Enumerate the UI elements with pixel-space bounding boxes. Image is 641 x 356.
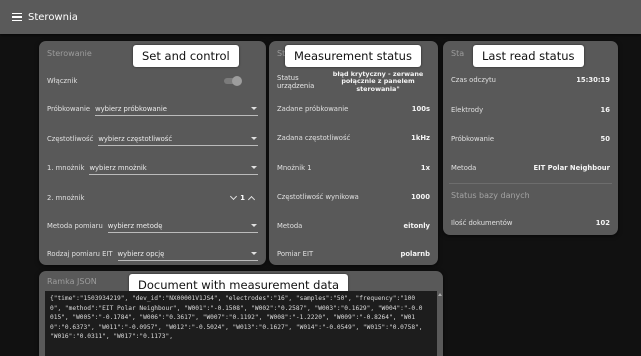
json-document-text[interactable]: {"time":"1503934219", "dev_id":"NX00001V…: [45, 291, 437, 356]
last-read-row: Czas odczytu 15:30:19: [451, 74, 610, 86]
device-status-row: Status urządzenia błąd krytyczny - zerwa…: [277, 69, 432, 95]
scroll-up-arrow-icon[interactable]: [438, 293, 442, 296]
chevron-down-icon: [251, 252, 257, 255]
method-label: Metoda pomiaru: [47, 222, 103, 230]
chevron-down-icon: [251, 137, 257, 140]
frequency-select[interactable]: wybierz częstotliwość: [98, 133, 258, 146]
device-status-label: Status urządzenia: [277, 74, 315, 90]
measure-row: Metoda eitonly: [277, 220, 430, 232]
measure-row-label: Częstotliwość wynikowa: [277, 193, 359, 201]
measure-row: Pomiar EIT polarnb: [277, 248, 430, 260]
last-read-panel-title: Sta: [451, 49, 465, 58]
chevron-down-icon: [251, 224, 257, 227]
multiplier1-label: 1. mnożnik: [47, 164, 85, 172]
measure-row-label: Mnożnik 1: [277, 164, 312, 172]
frequency-select-value: wybierz częstotliwość: [98, 134, 173, 143]
measure-row: Zadane próbkowanie 100s: [277, 103, 430, 115]
measure-row-label: Metoda: [277, 222, 303, 230]
power-switch-label: Włącznik: [47, 77, 78, 85]
last-read-row: Próbkowanie 50: [451, 133, 610, 145]
control-panel: Sterowanie Set and control Włącznik Prób…: [39, 41, 266, 265]
sampling-select[interactable]: wybierz próbkowanie: [95, 103, 258, 116]
method-select-value: wybierz metodę: [107, 221, 163, 230]
multiplier2-label: 2. mnożnik: [47, 194, 85, 202]
last-read-row: Metoda EIT Polar Neighbour: [451, 162, 610, 174]
measure-row-label: Pomiar EIT: [277, 250, 314, 258]
last-read-row-label: Czas odczytu: [451, 76, 496, 84]
control-callout: Set and control: [133, 45, 239, 67]
eit-type-select-value: wybierz opcję: [117, 249, 165, 258]
chevron-up-icon[interactable]: [247, 195, 256, 204]
last-read-row-label: Elektrody: [451, 106, 484, 114]
measure-row-value: 1kHz: [411, 134, 430, 142]
json-scrollbar[interactable]: [438, 293, 442, 354]
power-toggle[interactable]: [224, 76, 242, 86]
measure-row: Częstotliwość wynikowa 1000: [277, 191, 430, 203]
eit-type-select[interactable]: wybierz opcję: [117, 248, 258, 261]
frequency-label: Częstotliwość: [47, 135, 94, 143]
frequency-row: Częstotliwość wybierz częstotliwość: [47, 132, 258, 146]
multiplier1-select-value: wybierz mnożnik: [89, 163, 147, 172]
measurement-callout: Measurement status: [285, 45, 421, 67]
last-read-row-label: Metoda: [451, 164, 477, 172]
multiplier2-row: 2. mnożnik 1: [47, 191, 258, 205]
last-read-panel: Sta Last read status Czas odczytu 15:30:1…: [443, 41, 618, 235]
measure-row-value: 1x: [420, 164, 430, 172]
multiplier2-stepper[interactable]: 1: [230, 192, 256, 204]
db-count-label: Ilość dokumentów: [451, 219, 513, 227]
measure-row-value: 100s: [411, 105, 430, 113]
eit-type-row: Rodzaj pomiaru EIT wybierz opcję: [47, 247, 258, 261]
device-status-value: błąd krytyczny - zerwane połącznie z pan…: [332, 69, 424, 93]
power-switch-row: Włącznik: [47, 74, 258, 88]
app-title: Sterownia: [28, 11, 78, 23]
method-select[interactable]: wybierz metodę: [107, 220, 258, 233]
last-read-row-value: 15:30:19: [576, 76, 610, 84]
measure-row: Mnożnik 1 1x: [277, 162, 430, 174]
multiplier2-value: 1: [240, 194, 245, 202]
control-panel-title: Sterowanie: [47, 49, 92, 58]
chevron-down-icon[interactable]: [230, 192, 238, 201]
json-panel-title: Ramka JSON: [47, 277, 97, 286]
divider: [449, 183, 612, 184]
measurement-status-panel: Stan Measurement status Status urządzeni…: [269, 41, 438, 265]
measure-row-label: Zadane próbkowanie: [277, 105, 349, 113]
db-count-value: 102: [595, 219, 610, 227]
chevron-down-icon: [251, 107, 257, 110]
measure-row-value: 1000: [411, 193, 430, 201]
sampling-label: Próbkowanie: [47, 105, 91, 113]
multiplier1-select[interactable]: wybierz mnożnik: [89, 162, 258, 175]
measure-row-label: Zadana częstotliwość: [277, 134, 351, 142]
hamburger-menu-icon[interactable]: [12, 12, 22, 22]
measure-row-value: polarnb: [400, 250, 430, 258]
eit-type-label: Rodzaj pomiaru EIT: [47, 250, 113, 258]
sampling-select-value: wybierz próbkowanie: [95, 104, 167, 113]
last-read-callout: Last read status: [473, 45, 584, 67]
method-row: Metoda pomiaru wybierz metodę: [47, 219, 258, 233]
measure-row-value: eitonly: [403, 222, 430, 230]
measure-row: Zadana częstotliwość 1kHz: [277, 132, 430, 144]
chevron-down-icon: [251, 166, 257, 169]
db-count-row: Ilość dokumentów 102: [451, 217, 610, 229]
app-bar: Sterownia: [0, 0, 641, 34]
last-read-row-value: 16: [600, 106, 610, 114]
last-read-row: Elektrody 16: [451, 104, 610, 116]
sampling-row: Próbkowanie wybierz próbkowanie: [47, 102, 258, 116]
last-read-row-label: Próbkowanie: [451, 135, 495, 143]
last-read-row-value: EIT Polar Neighbour: [533, 164, 610, 172]
multiplier1-row: 1. mnożnik wybierz mnożnik: [47, 161, 258, 175]
db-status-title: Status bazy danych: [451, 191, 530, 200]
last-read-row-value: 50: [600, 135, 610, 143]
json-frame-panel: Ramka JSON Document with measurement dat…: [39, 271, 443, 356]
